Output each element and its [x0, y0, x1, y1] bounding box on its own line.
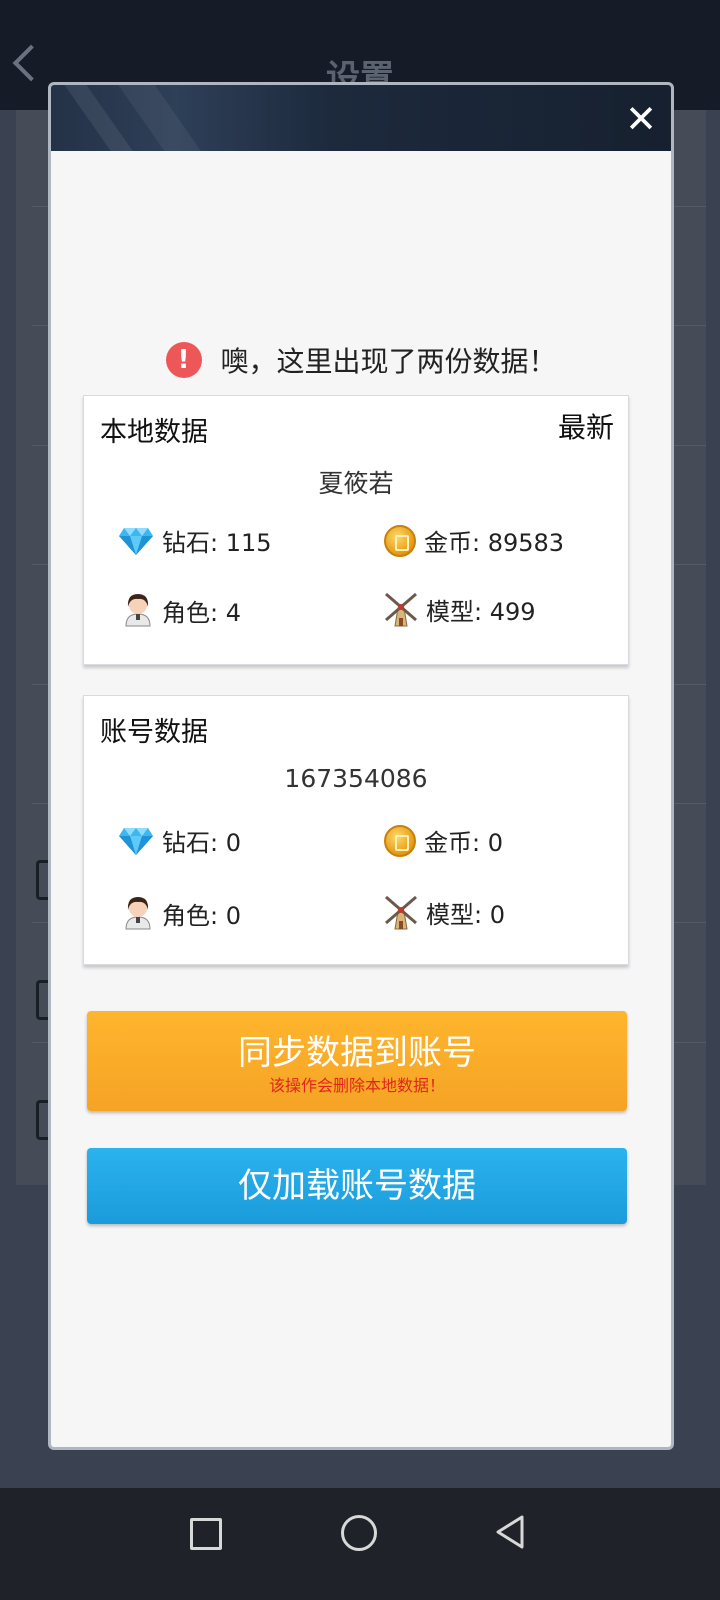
- diamond-stat: 钻石: 115: [118, 523, 272, 558]
- recents-square-icon[interactable]: [190, 1518, 222, 1550]
- system-nav-bar: [0, 1488, 720, 1600]
- gold-coin-icon: [384, 824, 416, 857]
- windmill-icon: [385, 592, 417, 627]
- gold-stat: 金币: 89583: [384, 523, 564, 558]
- warning-icon: !: [165, 342, 202, 378]
- account-id: 167354086: [284, 764, 428, 793]
- gold-stat: 金币: 0: [384, 823, 503, 858]
- diamond-stat: 钻石: 0: [118, 823, 241, 858]
- local-data-card[interactable]: 本地数据 最新 夏筱若 钻石: 115 金币: 89583 角色: 4 模型: …: [83, 395, 629, 665]
- diamond-icon: [119, 527, 153, 555]
- role-stat: 角色: 0: [122, 895, 241, 931]
- dialog-header: ✕: [51, 85, 671, 151]
- home-circle-icon[interactable]: [341, 1515, 377, 1551]
- gold-value: 金币: 0: [424, 829, 503, 857]
- back-triangle-icon[interactable]: [494, 1514, 526, 1550]
- role-stat: 角色: 4: [122, 592, 241, 628]
- diamond-value: 钻石: 0: [162, 829, 241, 857]
- warning-text: 噢，这里出现了两份数据！: [220, 345, 557, 378]
- model-stat: 模型: 0: [384, 893, 505, 931]
- latest-badge: 最新: [557, 411, 614, 444]
- gold-value: 金币: 89583: [424, 529, 565, 557]
- role-value: 角色: 4: [162, 598, 241, 627]
- model-stat: 模型: 499: [384, 590, 536, 628]
- sync-to-account-button[interactable]: 同步数据到账号 该操作会删除本地数据！: [87, 1011, 627, 1111]
- character-avatar-icon: [125, 594, 151, 627]
- diamond-icon: [119, 827, 153, 855]
- character-avatar-icon: [125, 897, 151, 930]
- warning-message: ! 噢，这里出现了两份数据！: [51, 340, 671, 380]
- card-title: 账号数据: [100, 717, 208, 748]
- sync-warning-label: 该操作会删除本地数据！: [268, 1076, 445, 1095]
- card-title: 本地数据: [100, 417, 208, 448]
- diamond-value: 钻石: 115: [162, 529, 272, 557]
- sync-button-label: 同步数据到账号: [238, 1033, 476, 1073]
- model-value: 模型: 0: [426, 900, 505, 929]
- close-icon[interactable]: ✕: [621, 99, 661, 139]
- data-conflict-dialog: ✕ ! 噢，这里出现了两份数据！ 本地数据 最新 夏筱若 钻石: 115 金币:…: [48, 82, 674, 1450]
- gold-coin-icon: [384, 524, 416, 557]
- model-value: 模型: 499: [426, 597, 536, 626]
- player-name: 夏筱若: [318, 469, 394, 498]
- windmill-icon: [385, 895, 417, 930]
- role-value: 角色: 0: [162, 901, 241, 930]
- load-account-data-button[interactable]: 仅加载账号数据: [87, 1148, 627, 1224]
- account-data-card[interactable]: 账号数据 167354086 钻石: 0 金币: 0 角色: 0 模型: 0: [83, 695, 629, 965]
